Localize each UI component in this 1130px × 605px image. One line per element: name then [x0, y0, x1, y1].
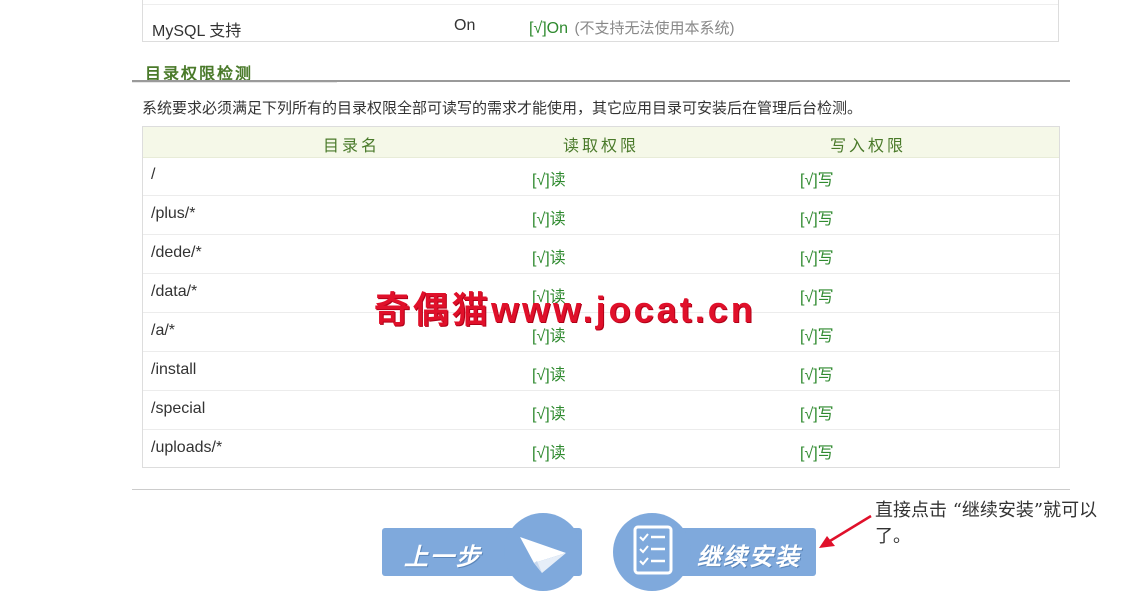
- annotation-text: 直接点击 “继续安装”就可以了。: [875, 500, 1098, 547]
- dir-name-cell: /plus/*: [151, 205, 196, 222]
- checklist-icon: [633, 525, 673, 575]
- table-row: /plus/* [√]读 [√]写: [143, 196, 1059, 235]
- table-row: /dede/* [√]读 [√]写: [143, 235, 1059, 274]
- footer-divider: [132, 489, 1070, 490]
- read-permission-cell: [√]读: [532, 250, 566, 267]
- prev-step-button[interactable]: 上一步: [382, 513, 582, 591]
- dir-name-cell: /: [151, 166, 156, 183]
- write-permission-cell: [√]写: [800, 172, 834, 189]
- write-permission-cell: [√]写: [800, 328, 834, 345]
- red-arrow-icon: [819, 514, 872, 548]
- watermark-text: 奇偶猫www.jocat.cn: [374, 289, 756, 330]
- read-permission-cell: [√]读: [532, 367, 566, 384]
- next-button-circle: [613, 513, 691, 591]
- write-permission-cell: [√]写: [800, 367, 834, 384]
- read-permission-cell: [√]读: [532, 211, 566, 228]
- mysql-status-value: [√]On: [529, 20, 569, 37]
- env-check-table: MySQL 支持 On [√]On (不支持无法使用本系统): [142, 0, 1059, 42]
- write-permission-cell: [√]写: [800, 445, 834, 462]
- mysql-current-value: On: [454, 17, 476, 34]
- dir-name-cell: /data/*: [151, 283, 198, 300]
- header-write-permission: 写入权限: [830, 138, 907, 155]
- section-divider-highlight: [132, 82, 337, 83]
- dir-name-cell: /special: [151, 400, 206, 417]
- table-row: /uploads/* [√]读 [√]写: [143, 430, 1059, 469]
- continue-install-button[interactable]: 继续安装: [613, 513, 816, 591]
- dir-check-description: 系统要求必须满足下列所有的目录权限全部可读写的需求才能使用，其它应用目录可安装后…: [142, 100, 863, 117]
- read-permission-cell: [√]读: [532, 172, 566, 189]
- prev-button-circle: [504, 513, 582, 591]
- write-permission-cell: [√]写: [800, 211, 834, 228]
- read-permission-cell: [√]读: [532, 406, 566, 423]
- dir-name-cell: /uploads/*: [151, 439, 223, 456]
- write-permission-cell: [√]写: [800, 289, 834, 306]
- write-permission-cell: [√]写: [800, 250, 834, 267]
- read-permission-cell: [√]读: [532, 445, 566, 462]
- table-row: / [√]读 [√]写: [143, 157, 1059, 196]
- header-read-permission: 读取权限: [563, 138, 640, 155]
- continue-install-label: 继续安装: [697, 544, 801, 571]
- mysql-row: MySQL 支持 On [√]On (不支持无法使用本系统): [143, 4, 1058, 40]
- dir-name-cell: /dede/*: [151, 244, 202, 261]
- paper-plane-icon: [520, 537, 566, 573]
- header-dir-name: 目录名: [323, 138, 381, 155]
- dir-name-cell: /a/*: [151, 322, 176, 339]
- mysql-label: MySQL 支持: [152, 23, 242, 40]
- mysql-note: (不支持无法使用本系统): [574, 20, 735, 37]
- dir-name-cell: /install: [151, 361, 197, 378]
- table-row: /special [√]读 [√]写: [143, 391, 1059, 430]
- table-row: /install [√]读 [√]写: [143, 352, 1059, 391]
- write-permission-cell: [√]写: [800, 406, 834, 423]
- mysql-status: [√]On (不支持无法使用本系统): [529, 17, 734, 38]
- table-header: 目录名 读取权限 写入权限: [143, 127, 1059, 158]
- prev-step-label: 上一步: [404, 544, 482, 571]
